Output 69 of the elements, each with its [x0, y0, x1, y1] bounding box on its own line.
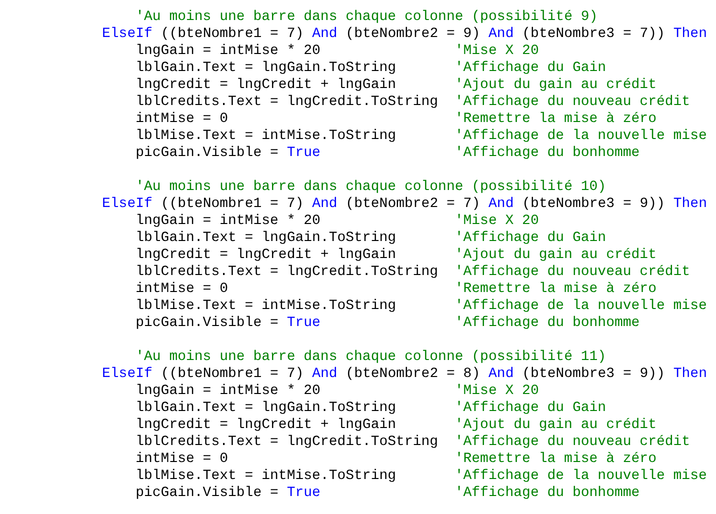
code-comment: 'Mise X 20	[454, 383, 539, 400]
code-text: ((bteNombre1 = 7)	[160, 26, 305, 43]
code-text: (bteNombre2 = 8)	[344, 366, 482, 383]
code-keyword: True	[286, 485, 320, 502]
code-keyword: Then	[673, 196, 707, 213]
code-keyword: And	[488, 366, 514, 383]
code-text: intMise = 0	[136, 451, 228, 468]
code-keyword: And	[312, 366, 338, 383]
code-keyword: And	[488, 196, 514, 213]
code-text: (bteNombre2 = 7)	[344, 196, 482, 213]
code-comment: 'Affichage du Gain	[454, 230, 606, 247]
code-text: (bteNombre3 = 7))	[521, 26, 666, 43]
code-text: lngCredit = lngCredit + lngGain	[136, 247, 396, 264]
code-keyword: ElseIf	[102, 26, 152, 43]
code-comment: 'Remettre la mise à zéro	[454, 111, 656, 128]
code-text: lblMise.Text = intMise.ToString	[136, 128, 396, 145]
code-comment: 'Mise X 20	[454, 213, 539, 230]
code-text: lblCredits.Text = lngCredit.ToString	[136, 264, 438, 281]
code-text: intMise = 0	[136, 111, 228, 128]
code-text: lngCredit = lngCredit + lngGain	[136, 77, 396, 94]
code-text: lblGain.Text = lngGain.ToString	[136, 60, 396, 77]
code-keyword: ElseIf	[102, 366, 152, 383]
code-text: lblGain.Text = lngGain.ToString	[136, 230, 396, 247]
code-keyword: And	[312, 26, 338, 43]
code-text: lngGain = intMise * 20	[136, 213, 320, 230]
code-comment: 'Affichage de la nouvelle mise	[454, 128, 707, 145]
code-comment: 'Remettre la mise à zéro	[454, 451, 656, 468]
code-text: (bteNombre3 = 9))	[521, 196, 666, 213]
code-comment: 'Ajout du gain au crédit	[454, 417, 656, 434]
code-comment: 'Au moins une barre dans chaque colonne (possibilité 10)	[136, 179, 606, 196]
code-comment: 'Affichage du nouveau crédit	[454, 264, 690, 281]
code-comment: 'Affichage de la nouvelle mise	[454, 468, 707, 485]
code-comment: 'Mise X 20	[454, 43, 539, 60]
code-text: (bteNombre3 = 9))	[521, 366, 666, 383]
code-keyword: And	[312, 196, 338, 213]
code-keyword: ElseIf	[102, 196, 152, 213]
code-text: (bteNombre2 = 9)	[344, 26, 482, 43]
code-text: lblMise.Text = intMise.ToString	[136, 298, 396, 315]
code-comment: 'Affichage du nouveau crédit	[454, 94, 690, 111]
code-comment: 'Affichage du bonhomme	[454, 145, 640, 162]
code-keyword: True	[286, 145, 320, 162]
code-keyword: Then	[673, 26, 707, 43]
code-comment: 'Au moins une barre dans chaque colonne (possibilité 11)	[136, 349, 606, 366]
code-text: intMise = 0	[136, 281, 228, 298]
code-text: picGain.Visible =	[136, 315, 280, 332]
code-comment: 'Affichage de la nouvelle mise	[454, 298, 707, 315]
code-text: ((bteNombre1 = 7)	[160, 366, 305, 383]
code-text: picGain.Visible =	[136, 145, 280, 162]
code-comment: 'Remettre la mise à zéro	[454, 281, 656, 298]
code-text: lngGain = intMise * 20	[136, 383, 320, 400]
code-text: lblCredits.Text = lngCredit.ToString	[136, 434, 438, 451]
code-comment: 'Ajout du gain au crédit	[454, 247, 656, 264]
code-keyword: Then	[673, 366, 707, 383]
code-text: ((bteNombre1 = 7)	[160, 196, 305, 213]
code-text: lblMise.Text = intMise.ToString	[136, 468, 396, 485]
code-comment: 'Au moins une barre dans chaque colonne (possibilité 9)	[136, 9, 598, 26]
code-text: lngGain = intMise * 20	[136, 43, 320, 60]
code-keyword: And	[488, 26, 514, 43]
code-text: lngCredit = lngCredit + lngGain	[136, 417, 396, 434]
code-comment: 'Ajout du gain au crédit	[454, 77, 656, 94]
code-comment: 'Affichage du Gain	[454, 400, 606, 417]
code-keyword: True	[286, 315, 320, 332]
code-comment: 'Affichage du Gain	[454, 60, 606, 77]
code-text: lblGain.Text = lngGain.ToString	[136, 400, 396, 417]
code-comment: 'Affichage du bonhomme	[454, 485, 640, 502]
code-comment: 'Affichage du nouveau crédit	[454, 434, 690, 451]
code-text: lblCredits.Text = lngCredit.ToString	[136, 94, 438, 111]
code-text: picGain.Visible =	[136, 485, 280, 502]
code-comment: 'Affichage du bonhomme	[454, 315, 640, 332]
